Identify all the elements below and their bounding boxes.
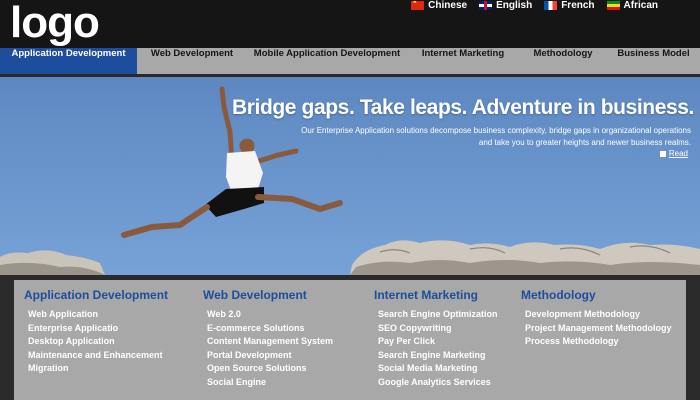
footer-link[interactable]: Open Source Solutions bbox=[207, 362, 333, 376]
footer-link[interactable]: Social Media Marketing bbox=[378, 362, 498, 376]
language-label: Chinese bbox=[428, 0, 468, 11]
hero-banner: Bridge gaps. Take leaps. Adventure in bu… bbox=[0, 77, 700, 275]
footer-link[interactable]: Project Management Methodology bbox=[525, 322, 672, 336]
language-label: English bbox=[496, 0, 533, 11]
footer-link[interactable]: Search Engine Marketing bbox=[378, 349, 498, 363]
nav-application-development[interactable]: Application Development bbox=[0, 48, 137, 74]
page: logo Chinese English French African Appl… bbox=[0, 0, 700, 400]
main-nav: Application Development Web Development … bbox=[0, 48, 700, 77]
language-african[interactable]: African bbox=[606, 0, 658, 11]
footer-column-internet-marketing: Internet Marketing Search Engine Optimiz… bbox=[374, 288, 498, 389]
nav-web-development[interactable]: Web Development bbox=[137, 48, 247, 74]
footer-link[interactable]: Maintenance and Enhancement bbox=[28, 349, 168, 363]
language-chinese[interactable]: Chinese bbox=[411, 0, 467, 11]
nav-business-model[interactable]: Business Model bbox=[607, 48, 700, 74]
nav-internet-marketing[interactable]: Internet Marketing bbox=[407, 48, 519, 74]
header: logo Chinese English French African bbox=[0, 0, 700, 48]
nav-methodology[interactable]: Methodology bbox=[519, 48, 607, 74]
footer-link[interactable]: Social Engine bbox=[207, 376, 333, 390]
footer-column-methodology: Methodology Development Methodology Proj… bbox=[521, 288, 672, 349]
footer-link[interactable]: Pay Per Click bbox=[378, 335, 498, 349]
footer-link[interactable]: SEO Copywriting bbox=[378, 322, 498, 336]
footer-column-web-development: Web Development Web 2.0 E-commerce Solut… bbox=[203, 288, 333, 389]
china-flag-icon bbox=[411, 0, 425, 10]
footer-link[interactable]: Search Engine Optimization bbox=[378, 308, 498, 322]
footer-column-title[interactable]: Application Development bbox=[24, 288, 168, 302]
read-label: Read bbox=[668, 149, 688, 158]
nav-mobile-application-development[interactable]: Mobile Application Development bbox=[247, 48, 407, 74]
hero-title: Bridge gaps. Take leaps. Adventure in bu… bbox=[231, 96, 694, 119]
france-flag-icon bbox=[544, 0, 558, 10]
footer-column-title[interactable]: Web Development bbox=[203, 288, 333, 302]
footer-column-application-development: Application Development Web Application … bbox=[24, 288, 168, 376]
logo[interactable]: logo bbox=[10, 0, 100, 49]
language-english[interactable]: English bbox=[479, 0, 532, 11]
language-selector: Chinese English French African bbox=[411, 0, 658, 11]
footer-link[interactable]: Migration bbox=[28, 362, 168, 376]
read-icon bbox=[659, 150, 666, 157]
footer-link[interactable]: Development Methodology bbox=[525, 308, 672, 322]
footer-link[interactable]: Process Methodology bbox=[525, 335, 672, 349]
footer-link[interactable]: Enterprise Applicatio bbox=[28, 322, 168, 336]
footer-column-title[interactable]: Methodology bbox=[521, 288, 672, 302]
language-french[interactable]: French bbox=[544, 0, 595, 11]
footer-link[interactable]: Desktop Application bbox=[28, 335, 168, 349]
footer-link[interactable]: Portal Development bbox=[207, 349, 333, 363]
footer-link[interactable]: Content Management System bbox=[207, 335, 333, 349]
footer-link[interactable]: Web 2.0 bbox=[207, 308, 333, 322]
footer-column-title[interactable]: Internet Marketing bbox=[374, 288, 498, 302]
read-more-link[interactable]: Read bbox=[659, 149, 688, 158]
language-label: African bbox=[623, 0, 658, 11]
footer-link[interactable]: E-commerce Solutions bbox=[207, 322, 333, 336]
hero-description: Our Enterprise Application solutions dec… bbox=[301, 126, 691, 147]
language-label: French bbox=[561, 0, 595, 11]
footer-link[interactable]: Web Application bbox=[28, 308, 168, 322]
footer-links: Application Development Web Application … bbox=[0, 280, 700, 400]
footer-link[interactable]: Google Analytics Services bbox=[378, 376, 498, 390]
uk-flag-icon bbox=[479, 0, 493, 10]
africa-flag-icon bbox=[606, 0, 620, 10]
